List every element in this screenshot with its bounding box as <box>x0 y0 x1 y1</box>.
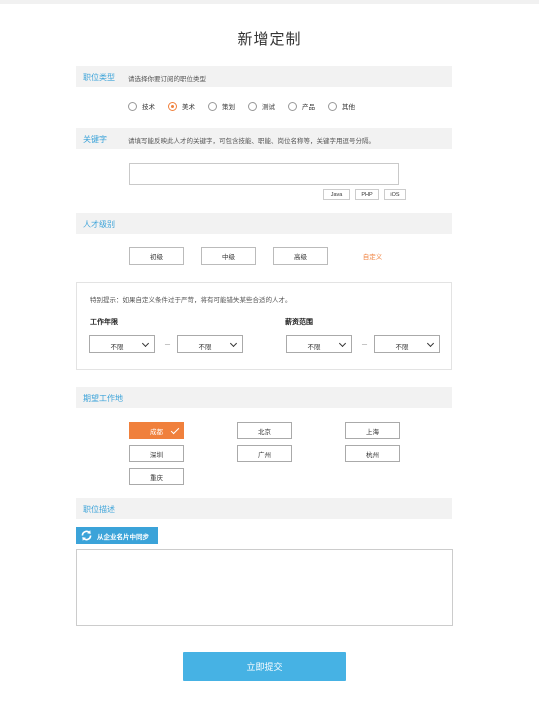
keywords-hint: 请填写能反映此人才的关键字，可包含技能、职能、岗位名称等，关键字用逗号分隔。 <box>128 138 375 145</box>
job-type-section-header: 职位类型 请选择你要订阅的职位类型 <box>76 66 452 87</box>
talent-level-title: 人才级别 <box>83 220 115 229</box>
sync-from-company-button[interactable]: 从企业名片中同步 <box>76 527 158 544</box>
salary-min-select[interactable]: 不限 <box>286 335 352 353</box>
custom-tip: 特别提示：如果自定义条件过于严苛，将有可能错失某些合适的人才。 <box>90 297 292 304</box>
city-guangzhou-button[interactable]: 广州 <box>237 445 292 462</box>
radio-label: 产品 <box>302 104 315 111</box>
radio-label: 技术 <box>142 104 155 111</box>
radio-icon[interactable] <box>248 101 257 111</box>
keyword-tag-java[interactable]: Java <box>323 189 350 200</box>
work-years-max-select[interactable]: 不限 <box>177 335 243 353</box>
level-junior-button[interactable]: 初级 <box>129 247 184 265</box>
keyword-tag-php[interactable]: PHP <box>355 189 379 200</box>
city-shenzhen-button[interactable]: 深圳 <box>129 445 184 462</box>
radio-label: 测试 <box>262 104 275 111</box>
range-separator: － <box>361 342 368 349</box>
keyword-tag-ios[interactable]: iOS <box>384 189 406 200</box>
salary-range-label: 薪资范围 <box>285 319 313 326</box>
radio-icon[interactable] <box>328 101 337 111</box>
location-title: 期望工作地 <box>83 394 123 403</box>
job-type-option-testing[interactable]: 测试 <box>248 101 275 111</box>
radio-icon[interactable] <box>288 101 297 111</box>
level-mid-button[interactable]: 中级 <box>201 247 256 265</box>
job-type-radio-group: 技术 美术 策划 测试 产品 其他 <box>128 101 368 111</box>
keywords-input[interactable] <box>129 163 399 185</box>
work-years-min-select[interactable]: 不限 <box>89 335 155 353</box>
city-beijing-button[interactable]: 北京 <box>237 422 292 439</box>
salary-max-select[interactable]: 不限 <box>374 335 440 353</box>
level-senior-button[interactable]: 高级 <box>273 247 328 265</box>
select-value: 不限 <box>110 344 124 351</box>
checkmark-icon <box>170 425 180 435</box>
custom-level-panel: 特别提示：如果自定义条件过于严苛，将有可能错失某些合适的人才。 工作年限 薪资范… <box>76 282 452 370</box>
sync-label: 从企业名片中同步 <box>97 533 149 541</box>
talent-level-section-header: 人才级别 <box>76 213 452 234</box>
city-shanghai-button[interactable]: 上海 <box>345 422 400 439</box>
job-type-option-other[interactable]: 其他 <box>328 101 355 111</box>
radio-label: 美术 <box>182 104 195 111</box>
level-custom-button[interactable]: 自定义 <box>345 247 400 265</box>
job-type-hint: 请选择你要订阅的职位类型 <box>128 76 206 83</box>
refresh-icon <box>81 530 92 541</box>
radio-checked-icon[interactable] <box>168 101 177 111</box>
city-hangzhou-button[interactable]: 杭州 <box>345 445 400 462</box>
radio-label: 其他 <box>342 104 355 111</box>
range-separator: － <box>164 342 171 349</box>
radio-icon[interactable] <box>128 101 137 111</box>
city-chengdu-button[interactable]: 成都 <box>129 422 184 439</box>
keyword-tag-group: Java PHP iOS <box>318 189 406 200</box>
select-value: 不限 <box>395 344 409 351</box>
job-type-option-tech[interactable]: 技术 <box>128 101 155 111</box>
city-label: 成都 <box>150 428 163 436</box>
job-type-option-planning[interactable]: 策划 <box>208 101 235 111</box>
job-type-option-product[interactable]: 产品 <box>288 101 315 111</box>
select-value: 不限 <box>307 344 321 351</box>
radio-label: 策划 <box>222 104 235 111</box>
city-chongqing-button[interactable]: 重庆 <box>129 468 184 485</box>
description-section-header: 职位描述 <box>76 498 452 519</box>
select-value: 不限 <box>198 344 212 351</box>
job-type-option-art[interactable]: 美术 <box>168 101 195 111</box>
top-border <box>0 0 539 4</box>
radio-icon[interactable] <box>208 101 217 111</box>
submit-button[interactable]: 立即提交 <box>183 652 346 681</box>
job-description-textarea[interactable] <box>76 549 453 626</box>
keywords-section-header: 关键字 请填写能反映此人才的关键字，可包含技能、职能、岗位名称等，关键字用逗号分… <box>76 128 452 149</box>
page-title: 新增定制 <box>237 31 302 48</box>
job-type-title: 职位类型 <box>83 73 115 82</box>
keywords-title: 关键字 <box>83 135 107 144</box>
location-section-header: 期望工作地 <box>76 387 452 408</box>
work-years-label: 工作年限 <box>90 319 118 326</box>
description-title: 职位描述 <box>83 505 115 514</box>
